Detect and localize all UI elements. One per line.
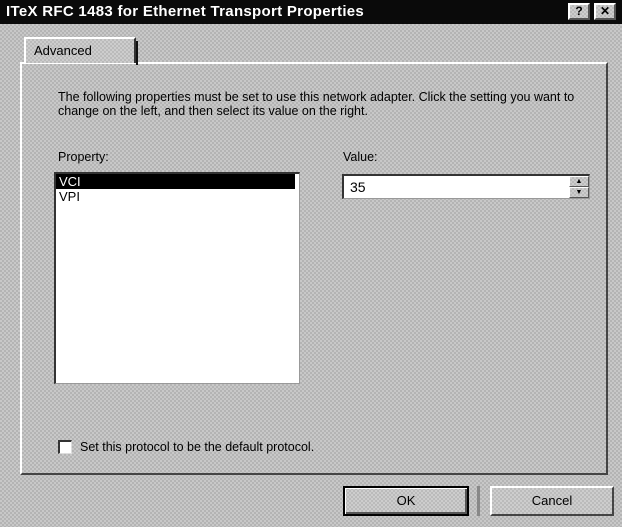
spin-down-icon[interactable]: ▼ bbox=[569, 187, 589, 198]
value-spinner[interactable]: ▲ ▼ bbox=[569, 176, 589, 198]
value-input[interactable]: 35 bbox=[350, 179, 366, 195]
close-button[interactable]: ✕ bbox=[594, 3, 616, 20]
tab-advanced-label: Advanced bbox=[34, 43, 92, 58]
spin-up-icon[interactable]: ▲ bbox=[569, 176, 589, 187]
instructions-text: The following properties must be set to … bbox=[58, 90, 575, 118]
window-title: ITeX RFC 1483 for Ethernet Transport Pro… bbox=[6, 3, 365, 20]
close-icon: ✕ bbox=[599, 4, 611, 18]
property-item-vpi[interactable]: VPI bbox=[56, 189, 299, 204]
default-protocol-label[interactable]: Set this protocol to be the default prot… bbox=[80, 440, 314, 454]
button-divider bbox=[477, 486, 480, 516]
default-protocol-checkbox[interactable] bbox=[58, 440, 72, 454]
cancel-button[interactable]: Cancel bbox=[490, 486, 614, 516]
help-icon: ? bbox=[575, 4, 583, 18]
help-button[interactable]: ? bbox=[568, 3, 590, 20]
property-item-vci[interactable]: VCI bbox=[56, 174, 295, 189]
tab-shadow bbox=[136, 41, 138, 65]
tab-advanced[interactable]: Advanced bbox=[24, 37, 138, 65]
value-label: Value: bbox=[343, 150, 378, 164]
property-list[interactable]: VCI VPI bbox=[54, 172, 300, 384]
value-spinbox[interactable]: 35 ▲ ▼ bbox=[342, 174, 590, 199]
title-bar[interactable]: ITeX RFC 1483 for Ethernet Transport Pro… bbox=[0, 0, 622, 24]
ok-button[interactable]: OK bbox=[343, 486, 469, 516]
property-label: Property: bbox=[58, 150, 109, 164]
